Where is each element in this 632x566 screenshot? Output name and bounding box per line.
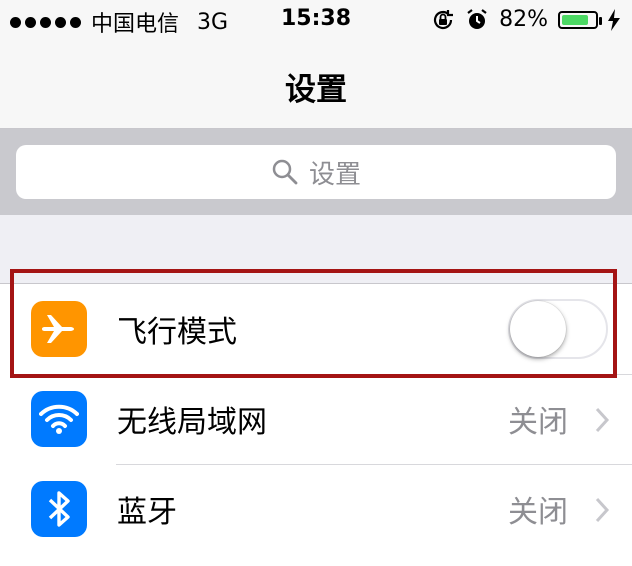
search-area: 设置 <box>0 129 632 215</box>
chevron-right-icon <box>595 497 610 523</box>
setting-value: 关闭 <box>508 495 568 530</box>
status-bar: 中国电信 3G 15:38 82% <box>0 0 632 44</box>
bluetooth-icon <box>31 481 87 537</box>
setting-row-wifi[interactable]: 无线局域网 关闭 <box>0 374 632 464</box>
rotation-lock-icon <box>434 9 454 29</box>
search-placeholder: 设置 <box>308 159 361 190</box>
battery-icon <box>558 10 602 29</box>
setting-row-bluetooth[interactable]: 蓝牙 关闭 <box>0 464 632 554</box>
search-icon <box>272 159 298 185</box>
navigation-bar: 设置 <box>0 44 632 129</box>
airplane-mode-toggle[interactable] <box>508 299 608 359</box>
setting-label: 飞行模式 <box>117 315 237 350</box>
toggle-knob <box>510 301 566 357</box>
settings-list: 飞行模式 无线局域网 关闭 蓝牙 关闭 <box>0 283 632 566</box>
wifi-icon <box>31 391 87 447</box>
setting-label: 蓝牙 <box>117 495 177 530</box>
chevron-right-icon <box>595 407 610 433</box>
status-icons: 82% <box>431 7 620 32</box>
setting-value: 关闭 <box>508 405 568 440</box>
setting-label: 无线局域网 <box>117 405 267 440</box>
charging-icon <box>608 8 620 31</box>
battery-level <box>562 14 589 25</box>
search-input[interactable]: 设置 <box>16 145 616 199</box>
setting-row-airplane-mode[interactable]: 飞行模式 <box>0 284 632 374</box>
airplane-icon <box>31 301 87 357</box>
alarm-icon <box>467 8 487 29</box>
page-title: 设置 <box>285 71 347 108</box>
battery-percent: 82% <box>499 7 548 32</box>
